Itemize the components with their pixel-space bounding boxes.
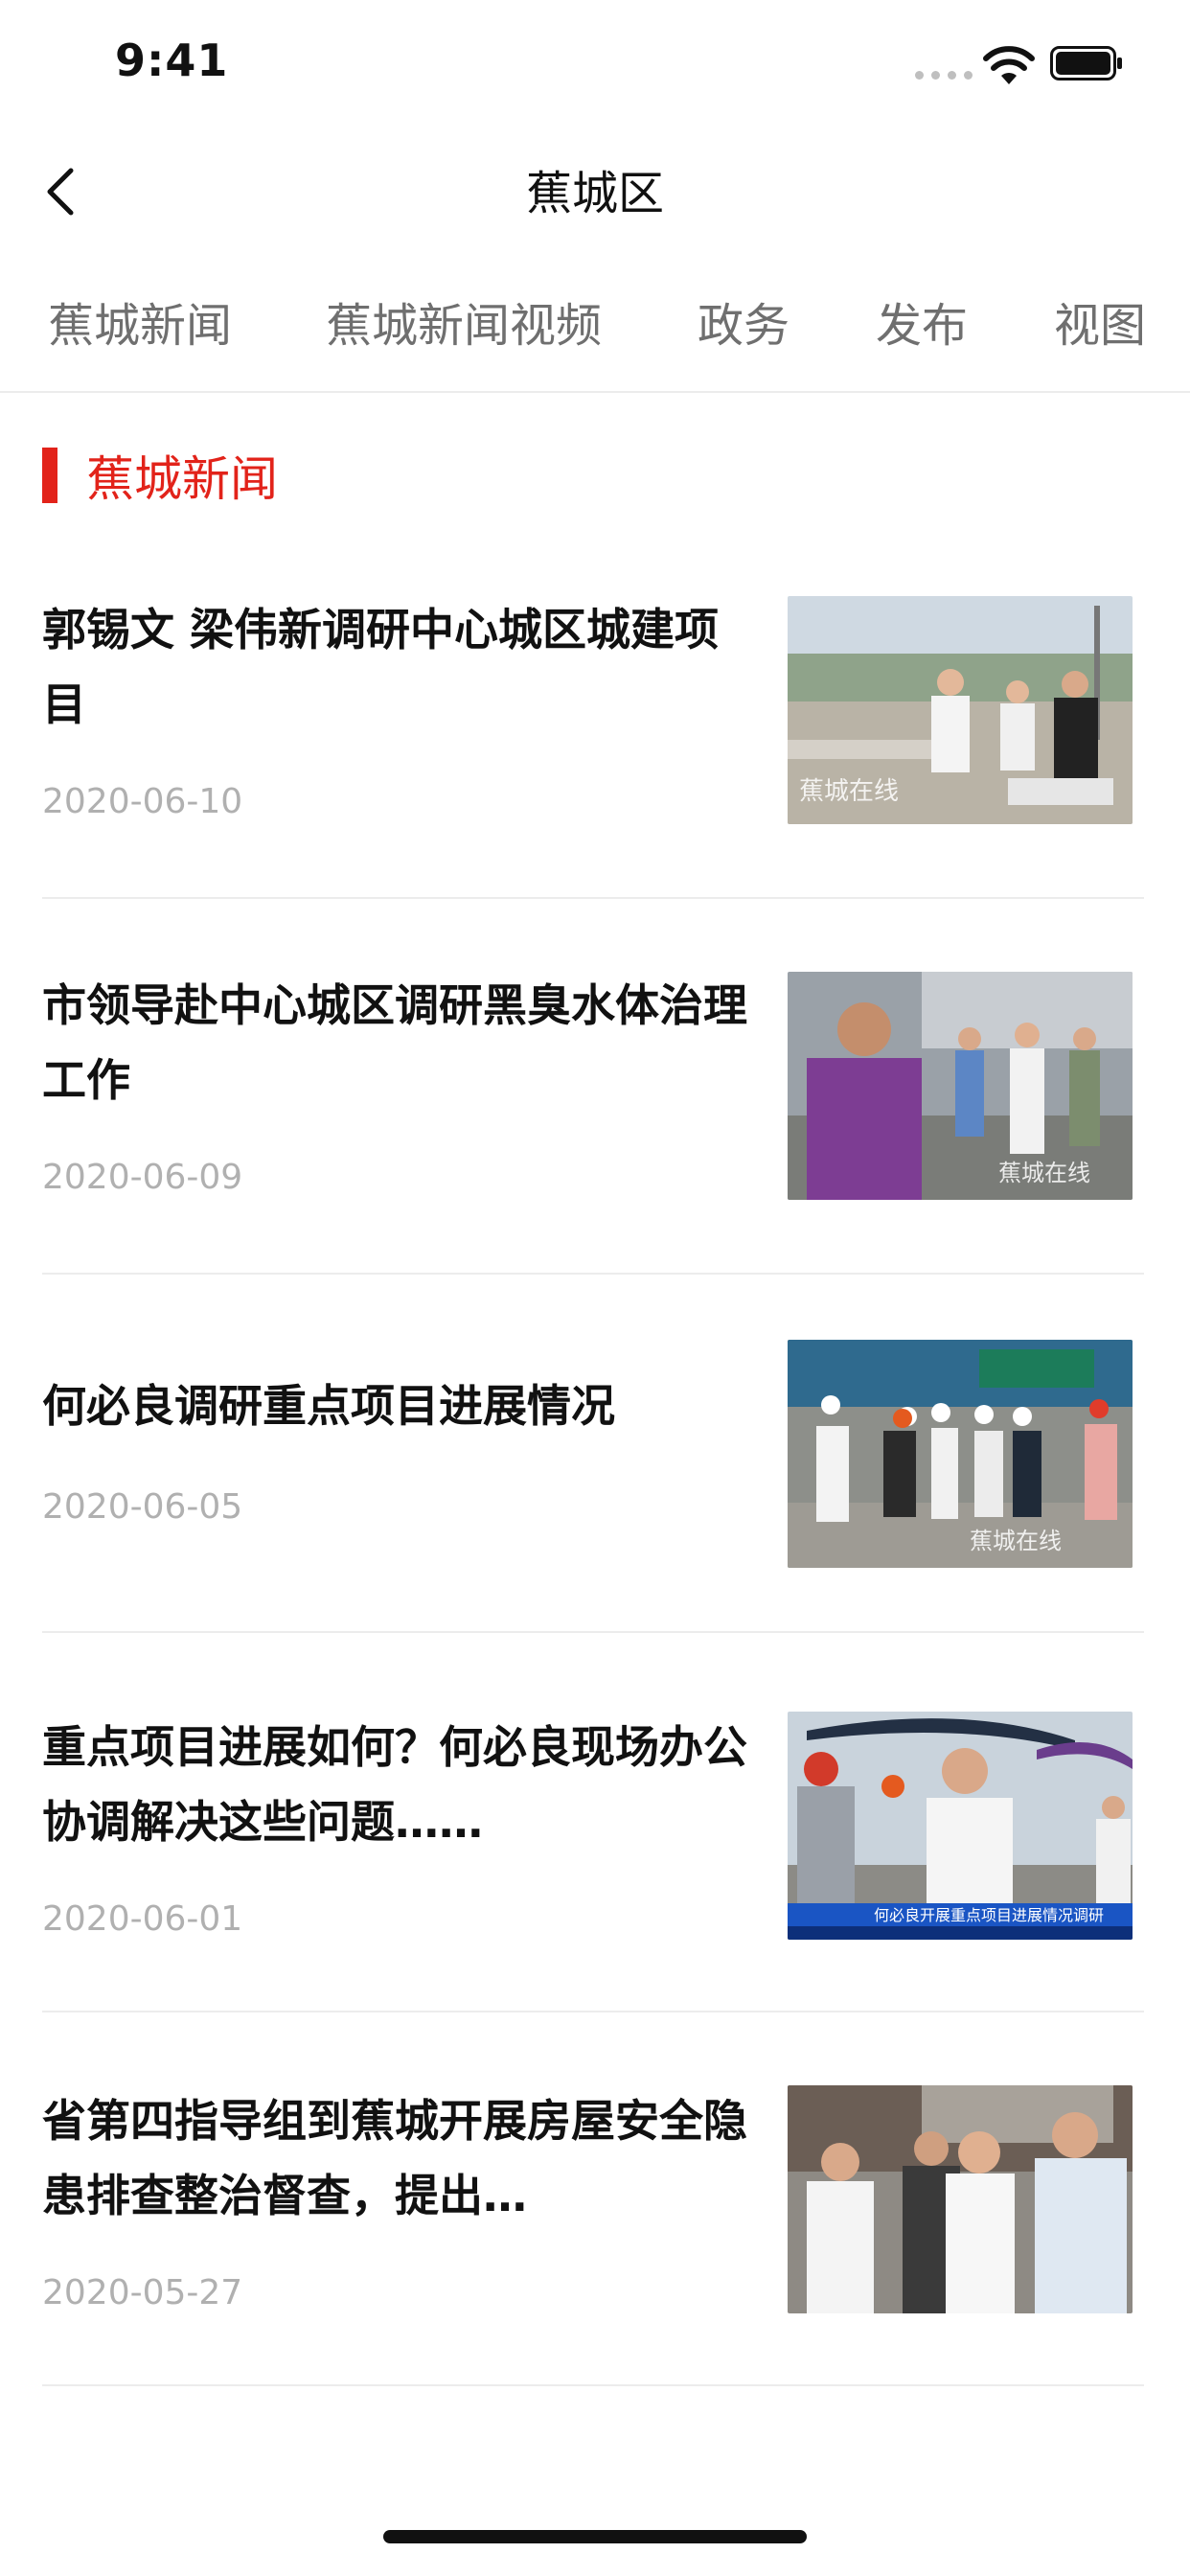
page-title: 蕉城区: [525, 167, 664, 220]
category-tabs: 蕉城新闻 蕉城新闻视频 政务 发布 视图: [0, 253, 1190, 393]
signal-icon: [915, 71, 973, 80]
thumbnail-caption: 何必良开展重点项目进展情况调研: [874, 1906, 1104, 1924]
news-title: 郭锡文 梁伟新调研中心城区城建项目: [42, 604, 720, 730]
section-header: 蕉城新闻: [42, 447, 278, 507]
status-time: 9:41: [115, 34, 229, 86]
news-title: 省第四指导组到蕉城开展房屋安全隐患排查整治督查，提出…: [42, 2095, 747, 2221]
news-date: 2020-06-01: [42, 1899, 243, 1939]
status-bar: 9:41: [0, 0, 1190, 126]
section-title: 蕉城新闻: [86, 451, 278, 507]
tab-government-affairs[interactable]: 政务: [698, 288, 790, 355]
thumbnail-watermark: 蕉城在线: [970, 1528, 1062, 1554]
news-title: 市领导赴中心城区调研黑臭水体治理工作: [42, 979, 747, 1106]
bottom-safe-area: [0, 2453, 1190, 2576]
tab-view[interactable]: 视图: [1054, 288, 1146, 355]
news-title: 何必良调研重点项目进展情况: [42, 1380, 615, 1432]
news-thumbnail: 何必良开展重点项目进展情况调研: [788, 1712, 1133, 1940]
divider: [42, 897, 1144, 899]
news-date: 2020-06-05: [42, 1487, 243, 1527]
divider: [42, 1631, 1144, 1633]
divider: [42, 1273, 1144, 1275]
wifi-icon: [983, 46, 1035, 84]
news-date: 2020-06-10: [42, 782, 243, 821]
divider: [42, 2011, 1144, 2012]
news-date: 2020-06-09: [42, 1158, 243, 1197]
news-title: 重点项目进展如何？何必良现场办公协调解决这些问题……: [42, 1721, 747, 1848]
news-thumbnail: 蕉城在线: [788, 1340, 1133, 1568]
nav-bar: 蕉城区: [0, 126, 1190, 253]
news-list-screen: 9:41 蕉城区 蕉城新闻 蕉城新闻视频 政务 发布 视图 蕉城新闻 郭锡文 梁…: [0, 0, 1190, 2576]
home-indicator[interactable]: [383, 2530, 807, 2543]
tab-release[interactable]: 发布: [876, 288, 968, 355]
tab-jiaocheng-news-video[interactable]: 蕉城新闻视频: [326, 288, 602, 355]
news-thumbnail: 蕉城在线: [788, 972, 1133, 1200]
section-accent-bar: [42, 448, 57, 503]
thumbnail-watermark: 蕉城在线: [998, 1160, 1090, 1186]
thumbnail-watermark: 蕉城在线: [799, 777, 899, 806]
news-thumbnail: 蕉城在线: [788, 596, 1133, 824]
divider: [42, 2384, 1144, 2386]
tab-jiaocheng-news[interactable]: 蕉城新闻: [48, 288, 232, 355]
battery-icon: [1050, 46, 1122, 80]
news-thumbnail: [788, 2085, 1133, 2313]
news-date: 2020-05-27: [42, 2273, 243, 2312]
